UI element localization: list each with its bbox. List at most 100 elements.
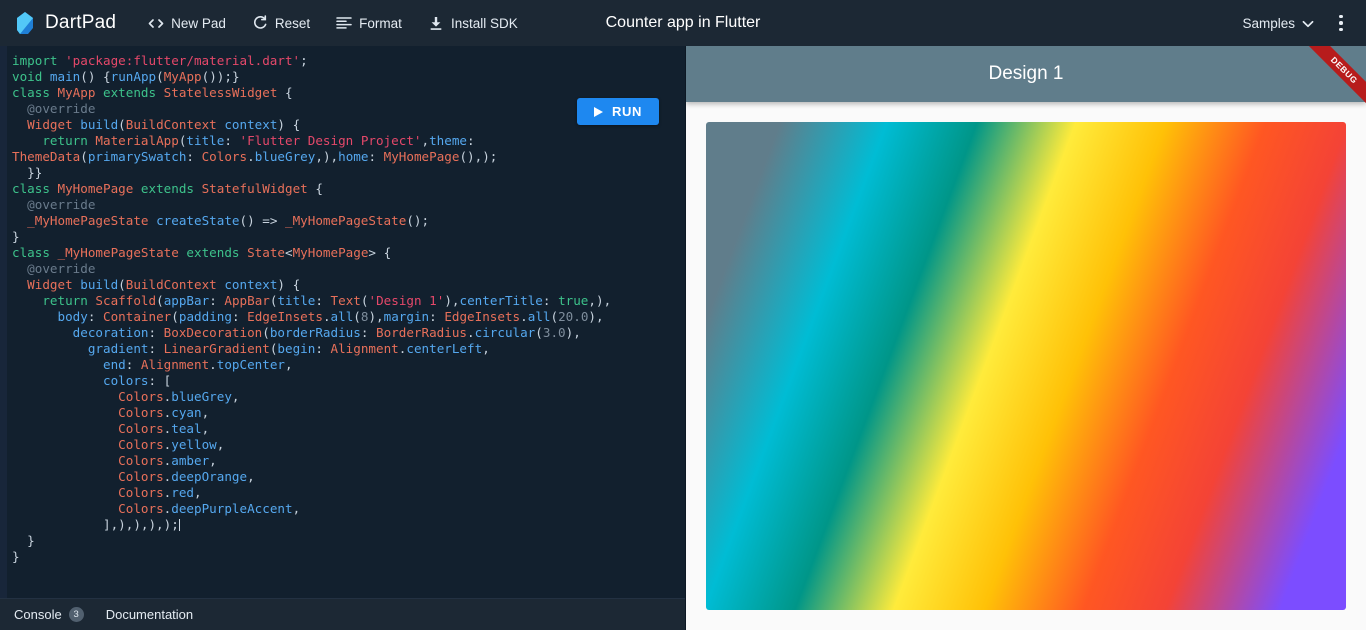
tab-documentation[interactable]: Documentation [106,607,193,622]
code-token: ), [368,309,384,324]
code-line: } [12,533,685,549]
code-token: void [12,69,50,84]
code-token: , [201,421,210,436]
code-token: ,), [315,149,339,164]
code-line: return Scaffold(appBar: AppBar(title: Te… [12,293,685,309]
format-button[interactable]: Format [326,10,412,36]
code-token: . [209,357,217,372]
code-token: ( [156,293,164,308]
code-token: @override [12,197,96,212]
code-line: ThemeData(primarySwatch: Colors.blueGrey… [12,149,685,165]
code-token: deepPurpleAccent [171,501,293,516]
code-token: _MyHomePageState [57,245,187,260]
code-token: _MyHomePageState [27,213,157,228]
kebab-dot [1339,27,1343,32]
code-token: MyHomePage [57,181,141,196]
code-token: cyan [171,405,202,420]
code-token: ), [588,309,604,324]
code-token: Colors [118,453,164,468]
header-right-actions: Samples [1234,8,1356,38]
new-pad-button[interactable]: New Pad [138,10,236,36]
code-line: gradient: LinearGradient(begin: Alignmen… [12,341,685,357]
code-token: all [527,309,551,324]
code-token: decoration [72,325,149,340]
code-token: Colors [201,149,248,164]
code-token: , [247,469,255,484]
code-line: return MaterialApp(title: 'Flutter Desig… [12,133,685,149]
new-pad-label: New Pad [171,15,226,31]
code-token: Colors [118,421,164,436]
reset-button[interactable]: Reset [242,10,320,36]
code-token [178,519,180,531]
code-token: , [285,357,293,372]
code-content[interactable]: import 'package:flutter/material.dart'; v… [12,53,685,565]
code-editor[interactable]: import 'package:flutter/material.dart'; v… [0,46,685,598]
code-token: createState [156,213,240,228]
code-token: padding [178,309,232,324]
code-token: { [307,181,323,196]
code-token: ), [565,325,581,340]
code-token: : [125,357,141,372]
code-brackets-icon [148,15,164,31]
code-line: } [12,229,685,245]
code-token: return [42,293,96,308]
code-token: ( [118,277,126,292]
code-line: Colors.amber, [12,453,685,469]
samples-dropdown[interactable]: Samples [1234,11,1322,36]
tab-console[interactable]: Console 3 [14,607,84,622]
code-token: Widget [27,277,81,292]
code-line: Colors.deepPurpleAccent, [12,501,685,517]
run-button[interactable]: RUN [577,98,659,125]
code-token: MyHomePage [292,245,369,260]
code-token: } [12,229,20,244]
kebab-menu-icon[interactable] [1326,8,1356,38]
code-token: runApp [110,69,157,84]
run-label: RUN [612,104,642,119]
code-token: Colors [118,469,164,484]
code-token: red [171,485,194,500]
code-token: return [42,133,96,148]
code-token: topCenter [216,357,286,372]
code-token: 'package:flutter/material.dart' [65,53,301,68]
code-line: decoration: BoxDecoration(borderRadius: … [12,325,685,341]
code-token: < [285,245,293,260]
install-sdk-button[interactable]: Install SDK [418,10,528,36]
code-token: : [148,325,164,340]
code-token: @override [12,101,96,116]
editor-bottom-tabs: Console 3 Documentation [0,598,685,630]
play-triangle-icon [594,106,604,117]
app-header: DartPad New Pad Reset Format Install SDK… [0,0,1366,46]
dart-logo-icon [14,11,36,35]
format-align-icon [336,15,352,31]
install-sdk-label: Install SDK [450,15,518,31]
dartpad-window: DartPad New Pad Reset Format Install SDK… [0,0,1366,630]
code-line: class MyHomePage extends StatefulWidget … [12,181,685,197]
gradient-container [706,122,1346,610]
code-token: title [277,293,316,308]
code-token: body [57,309,88,324]
code-token: circular [474,325,536,340]
code-token: Scaffold [95,293,157,308]
code-line: Colors.teal, [12,421,685,437]
code-token: 3.0 [542,325,566,340]
code-token: title [186,133,225,148]
code-token: { [277,85,293,100]
refresh-icon [252,15,268,31]
code-token: Colors [118,501,164,516]
code-token: ThemeData [12,149,81,164]
code-line: Colors.yellow, [12,437,685,453]
code-token: ), [444,293,460,308]
code-line: }} [12,165,685,181]
code-token: () { [80,69,111,84]
code-token: all [330,309,354,324]
code-token: class [12,181,58,196]
code-token: class [12,245,58,260]
code-line: body: Container(padding: EdgeInsets.all(… [12,309,685,325]
code-line: void main() {runApp(MyApp());} [12,69,685,85]
